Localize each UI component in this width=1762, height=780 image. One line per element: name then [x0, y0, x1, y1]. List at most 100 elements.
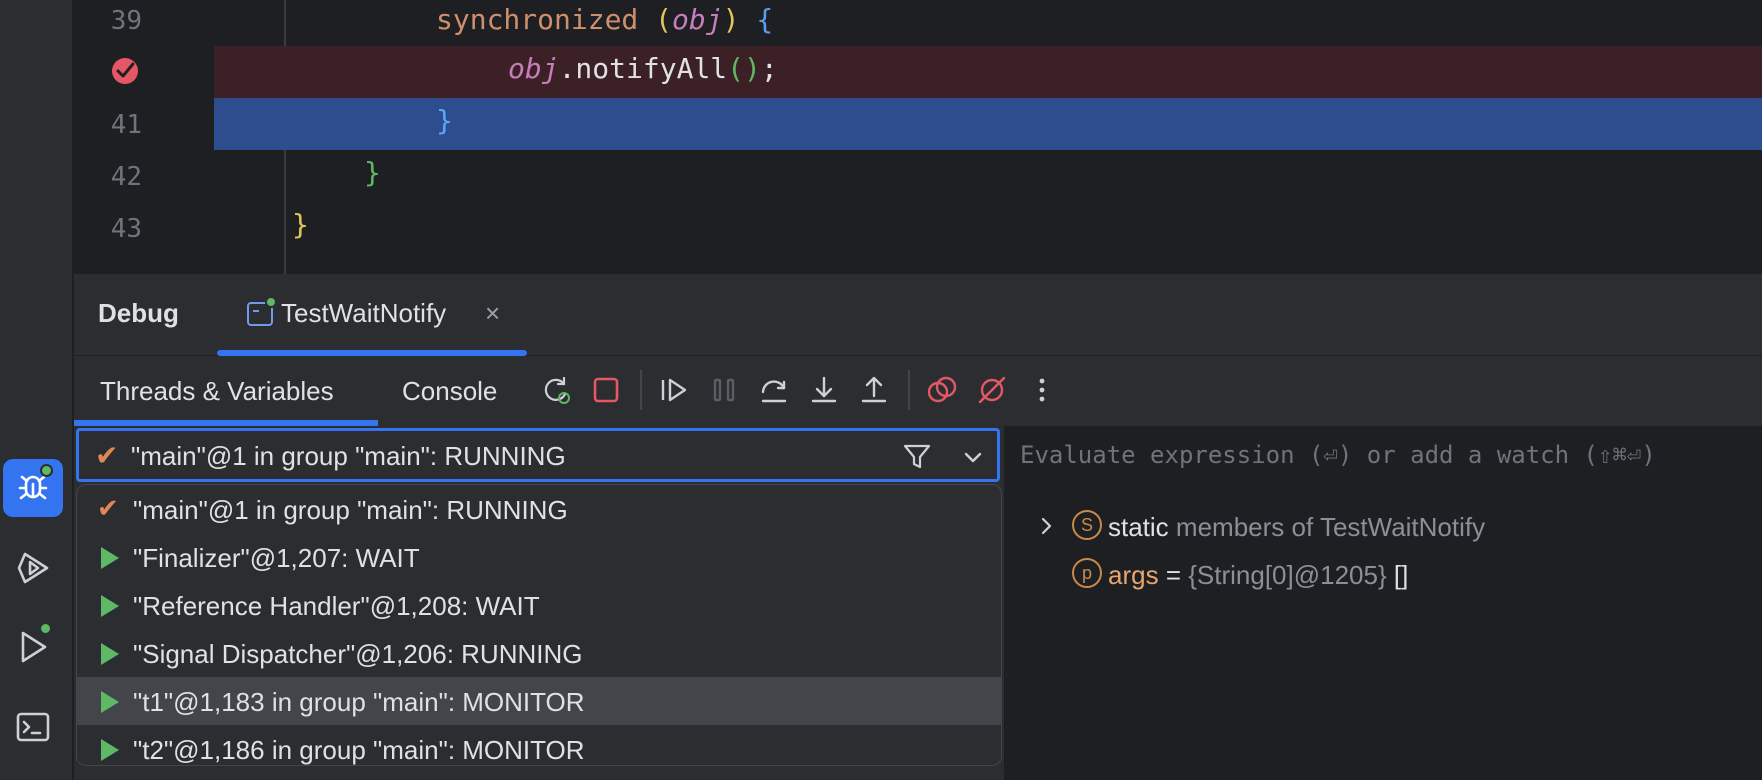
run-tool-button[interactable] [3, 618, 63, 676]
thread-item[interactable]: "Signal Dispatcher"@1,206: RUNNING [77, 629, 1001, 677]
variable-label: args = {String[0]@1205} [] [1108, 560, 1408, 591]
brace-token: { [756, 3, 774, 36]
static-badge-icon: S [1072, 510, 1102, 540]
thread-item[interactable]: ✔ "main"@1 in group "main": RUNNING [77, 485, 1001, 533]
thread-running-icon [101, 739, 119, 761]
terminal-tool-button[interactable] [3, 698, 63, 756]
resume-button[interactable] [654, 370, 694, 410]
variables-pane: S static members of TestWaitNotify p arg… [1004, 426, 1762, 780]
line-number: 41 [110, 110, 142, 140]
variable-label: static members of TestWaitNotify [1108, 512, 1485, 543]
step-out-icon [861, 376, 887, 403]
debug-title: Debug [98, 298, 179, 328]
run-active-dot [39, 622, 52, 635]
more-options-button[interactable] [1022, 370, 1062, 410]
thread-selector-combo[interactable]: ✔ "main"@1 in group "main": RUNNING [76, 428, 1000, 482]
view-breakpoints-icon [927, 376, 957, 403]
more-vertical-icon [1039, 378, 1045, 402]
thread-label: "t1"@1,183 in group "main": MONITOR [133, 687, 585, 717]
debug-tool-window-header: Debug TestWaitNotify × [74, 274, 1762, 356]
left-tool-strip [0, 0, 73, 780]
thread-item[interactable]: "t1"@1,183 in group "main": MONITOR [77, 677, 1001, 725]
debug-tool-button[interactable] [3, 459, 63, 517]
active-session-dot [265, 296, 277, 308]
thread-label: "Reference Handler"@1,208: WAIT [133, 591, 540, 621]
code-line-39[interactable]: synchronized (obj) { [214, 0, 1762, 49]
parameter-badge-icon: p [1072, 558, 1102, 588]
variable-token: obj [672, 3, 723, 36]
keyword-token: synchronized [436, 3, 639, 36]
step-into-button[interactable] [804, 370, 844, 410]
paren-token: () [727, 52, 761, 85]
code-line-43[interactable]: } [214, 202, 1762, 254]
rerun-icon [544, 376, 570, 404]
brace-token: } [292, 208, 309, 241]
toolbar-separator [908, 370, 910, 410]
debug-toolbar: Threads & Variables Console [74, 356, 1762, 426]
close-icon[interactable]: × [485, 298, 500, 329]
semicolon-token: ; [760, 52, 778, 85]
thread-running-icon [101, 595, 119, 617]
check-icon: ✔ [95, 440, 119, 471]
terminal-icon [16, 712, 50, 742]
line-number: 39 [110, 6, 142, 36]
chevron-right-icon[interactable] [1034, 514, 1058, 538]
thread-running-icon [101, 547, 119, 569]
line-number: 42 [110, 162, 142, 192]
evaluate-expression-input[interactable] [1004, 426, 1762, 484]
line-number: 43 [110, 214, 142, 244]
selected-thread: "main"@1 in group "main": RUNNING [131, 441, 566, 471]
mute-breakpoints-icon [978, 376, 1006, 404]
tab-label: TestWaitNotify [281, 298, 447, 328]
breakpoint-icon[interactable] [110, 56, 140, 86]
pause-button[interactable] [704, 370, 744, 410]
code-line-41[interactable]: } [214, 98, 1762, 150]
variable-value: [] [1393, 560, 1409, 590]
tab-testwaitnotify[interactable]: TestWaitNotify × [217, 274, 527, 356]
debug-active-dot [40, 464, 53, 477]
step-out-button[interactable] [854, 370, 894, 410]
toolbar-separator [640, 370, 642, 410]
thread-label: "Signal Dispatcher"@1,206: RUNNING [133, 639, 583, 669]
variable-name: args [1108, 560, 1159, 590]
variable-row-args[interactable]: p args = {String[0]@1205} [] [1004, 550, 1762, 598]
resume-icon [661, 378, 687, 402]
thread-item[interactable]: "t2"@1,186 in group "main": MONITOR [77, 725, 1001, 765]
static-keyword: static [1108, 512, 1169, 542]
brace-token: } [436, 104, 453, 137]
rerun-debug-button[interactable] [536, 370, 576, 410]
thread-item[interactable]: "Finalizer"@1,207: WAIT [77, 533, 1001, 581]
paren-token: ) [722, 3, 740, 36]
thread-dropdown-list: ✔ "main"@1 in group "main": RUNNING "Fin… [76, 484, 1002, 766]
step-over-button[interactable] [754, 370, 794, 410]
filter-icon[interactable] [899, 439, 935, 475]
pause-icon [713, 378, 735, 402]
tab-threads-variables[interactable]: Threads & Variables [100, 376, 334, 407]
thread-label: "t2"@1,186 in group "main": MONITOR [133, 735, 585, 765]
chevron-down-icon[interactable] [959, 443, 987, 471]
mute-breakpoints-button[interactable] [972, 370, 1012, 410]
tab-console[interactable]: Console [402, 376, 497, 407]
code-editor[interactable]: synchronized (obj) { obj.notifyAll(); } … [74, 0, 1762, 274]
stop-icon [593, 377, 619, 403]
equals-sign: = [1165, 560, 1181, 590]
thread-running-icon [101, 643, 119, 665]
stop-button[interactable] [586, 370, 626, 410]
step-over-icon [761, 380, 787, 403]
thread-running-icon [101, 691, 119, 713]
thread-label: "Finalizer"@1,207: WAIT [133, 543, 420, 573]
thread-item[interactable]: "Reference Handler"@1,208: WAIT [77, 581, 1001, 629]
view-breakpoints-button[interactable] [922, 370, 962, 410]
step-into-icon [811, 376, 837, 403]
variable-token: obj [508, 52, 559, 85]
thread-label: "main"@1 in group "main": RUNNING [133, 495, 568, 525]
method-token: .notifyAll [558, 52, 728, 85]
static-members-text: members of TestWaitNotify [1175, 512, 1486, 542]
variable-type: {String[0]@1205} [1188, 560, 1387, 590]
services-icon [17, 552, 49, 584]
services-tool-button[interactable] [3, 539, 63, 597]
variable-row-static[interactable]: S static members of TestWaitNotify [1004, 502, 1762, 550]
code-line-40[interactable]: obj.notifyAll(); [214, 46, 1762, 98]
code-line-42[interactable]: } [214, 150, 1762, 202]
brace-token: } [364, 156, 381, 189]
